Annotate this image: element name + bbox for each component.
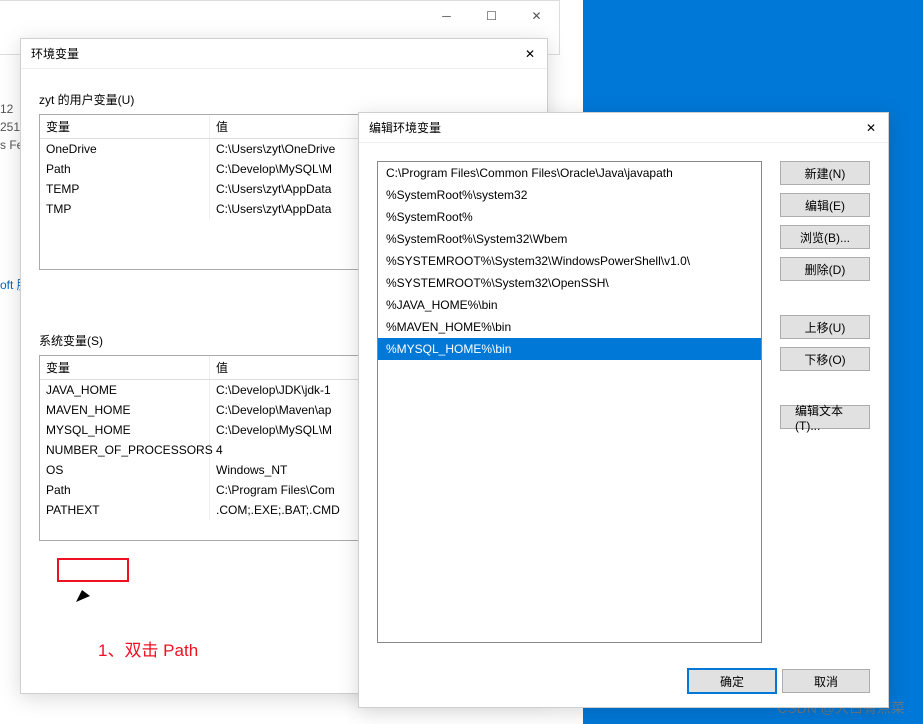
- list-item[interactable]: %SystemRoot%\system32: [378, 184, 761, 206]
- list-item[interactable]: %SYSTEMROOT%\System32\WindowsPowerShell\…: [378, 250, 761, 272]
- ok-button[interactable]: 确定: [688, 669, 776, 693]
- close-icon[interactable]: ✕: [864, 121, 878, 135]
- list-item[interactable]: %MYSQL_HOME%\bin: [378, 338, 761, 360]
- edit-env-var-dialog: 编辑环境变量 ✕ C:\Program Files\Common Files\O…: [358, 112, 889, 708]
- edit-text-button[interactable]: 编辑文本(T)...: [780, 405, 870, 429]
- move-down-button[interactable]: 下移(O): [780, 347, 870, 371]
- minimize-button[interactable]: ─: [424, 1, 469, 31]
- dialog-title: 编辑环境变量: [369, 119, 864, 136]
- close-button[interactable]: ✕: [514, 1, 559, 31]
- list-item[interactable]: %SystemRoot%\System32\Wbem: [378, 228, 761, 250]
- column-header-var[interactable]: 变量: [40, 115, 210, 138]
- cancel-button[interactable]: 取消: [782, 669, 870, 693]
- column-header-var[interactable]: 变量: [40, 356, 210, 379]
- close-icon[interactable]: ✕: [523, 47, 537, 61]
- list-item[interactable]: %SystemRoot%: [378, 206, 761, 228]
- path-list[interactable]: C:\Program Files\Common Files\Oracle\Jav…: [377, 161, 762, 643]
- delete-button[interactable]: 删除(D): [780, 257, 870, 281]
- list-item[interactable]: %JAVA_HOME%\bin: [378, 294, 761, 316]
- list-item[interactable]: C:\Program Files\Common Files\Oracle\Jav…: [378, 162, 761, 184]
- edit-button[interactable]: 编辑(E): [780, 193, 870, 217]
- move-up-button[interactable]: 上移(U): [780, 315, 870, 339]
- browse-button[interactable]: 浏览(B)...: [780, 225, 870, 249]
- list-item[interactable]: %SYSTEMROOT%\System32\OpenSSH\: [378, 272, 761, 294]
- user-vars-label: zyt 的用户变量(U): [39, 91, 529, 108]
- list-item[interactable]: %MAVEN_HOME%\bin: [378, 316, 761, 338]
- dialog-title: 环境变量: [31, 45, 523, 62]
- maximize-button[interactable]: ☐: [469, 1, 514, 31]
- new-button[interactable]: 新建(N): [780, 161, 870, 185]
